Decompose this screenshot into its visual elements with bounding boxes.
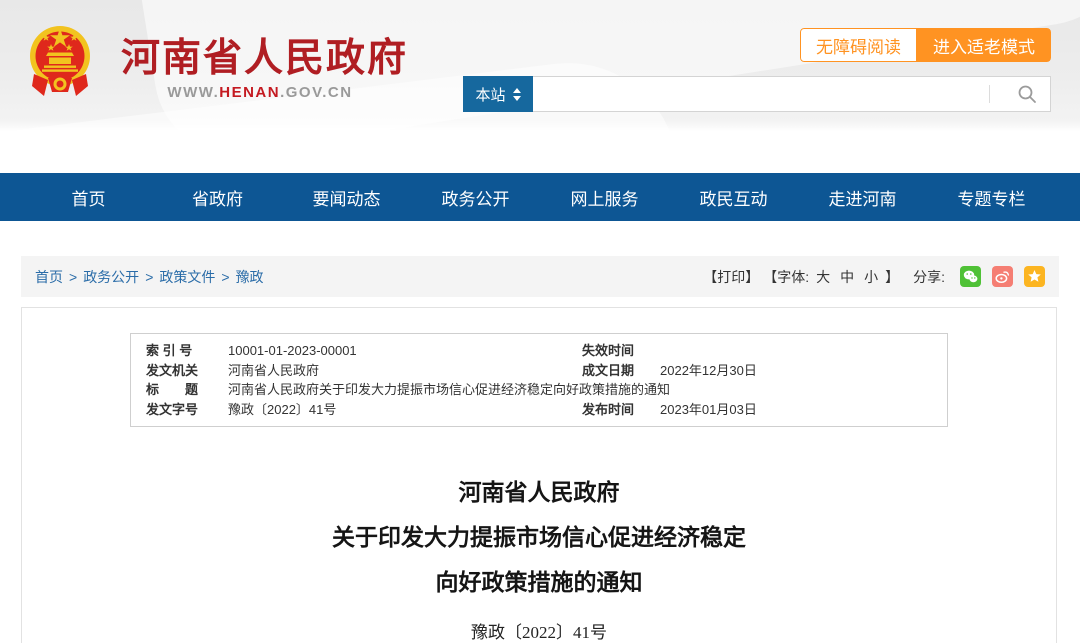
- meta-label-written-date: 成文日期: [582, 362, 635, 378]
- document-title-line2: 关于印发大力提振市场信心促进经济稳定: [332, 525, 746, 550]
- font-size-label-close: 】: [885, 268, 900, 285]
- breadcrumb-current: 豫政: [235, 268, 264, 285]
- site-title[interactable]: 河南省人民政府: [121, 27, 408, 83]
- nav-item-special-topics[interactable]: 专题专栏: [927, 173, 1056, 221]
- document-title: 河南省人民政府 关于印发大力提振市场信心促进经济稳定 向好政策措施的通知: [22, 470, 1056, 605]
- nav-item-online-services[interactable]: 网上服务: [540, 173, 669, 221]
- article-container: 索 引 号 10001-01-2023-00001 失效时间 发文机关 河南省人…: [21, 307, 1057, 643]
- meta-label-publish-date: 发布时间: [582, 401, 635, 417]
- wechat-share-icon[interactable]: [960, 266, 981, 287]
- table-row: 发文机关 河南省人民政府 成文日期 2022年12月30日: [131, 361, 947, 381]
- meta-value-publish-date: 2023年01月03日: [660, 401, 757, 417]
- nav-item-interaction[interactable]: 政民互动: [669, 173, 798, 221]
- font-size-large-button[interactable]: 大: [816, 267, 830, 287]
- share-label: 分享:: [913, 268, 945, 285]
- meta-label-doc-number: 发文字号: [146, 401, 199, 417]
- table-row: 标 题 河南省人民政府关于印发大力提振市场信心促进经济稳定向好政策措施的通知: [131, 380, 947, 400]
- weibo-share-icon[interactable]: [992, 266, 1013, 287]
- page-tools: 【打印】 【字体: 大 中 小 】 分享:: [703, 266, 1045, 287]
- breadcrumb: 首页 > 政务公开 > 政策文件 > 豫政: [35, 267, 264, 287]
- meta-value-expiry-date: [660, 341, 932, 361]
- print-button[interactable]: 【打印】: [703, 267, 759, 287]
- nav-item-news[interactable]: 要闻动态: [282, 173, 411, 221]
- font-size-small-button[interactable]: 小: [864, 267, 878, 287]
- search-input[interactable]: [533, 77, 989, 111]
- meta-label-index-no: 索 引 号: [146, 343, 193, 358]
- accessibility-reading-button[interactable]: 无障碍阅读: [800, 28, 917, 62]
- nav-item-about-henan[interactable]: 走进河南: [798, 173, 927, 221]
- favorite-star-share-icon[interactable]: [1024, 266, 1045, 287]
- breadcrumb-separator: >: [69, 268, 78, 285]
- breadcrumb-home[interactable]: 首页: [35, 267, 63, 287]
- table-row: 发文字号 豫政〔2022〕41号 发布时间 2023年01月03日: [131, 400, 947, 420]
- mode-buttons: 无障碍阅读 进入适老模式: [800, 28, 1051, 62]
- main-nav: 首页 省政府 要闻动态 政务公开 网上服务 政民互动 走进河南 专题专栏: [0, 173, 1080, 221]
- search-separator: [989, 85, 990, 103]
- meta-value-issuing-agency: 河南省人民政府: [228, 362, 320, 378]
- national-emblem-logo[interactable]: [28, 20, 92, 106]
- breadcrumb-policy-files[interactable]: 政策文件: [159, 267, 215, 287]
- meta-value-written-date: 2022年12月30日: [660, 362, 757, 378]
- search-bar: 本站: [463, 76, 1051, 112]
- meta-value-title: 河南省人民政府关于印发大力提振市场信心促进经济稳定向好政策措施的通知: [228, 382, 671, 397]
- page: 河南省人民政府 WWW.HENAN.GOV.CN 无障碍阅读 进入适老模式 本站: [0, 0, 1080, 643]
- nav-item-provincial-gov[interactable]: 省政府: [153, 173, 282, 221]
- font-size-label-open: 【字体:: [763, 268, 810, 285]
- meta-label-expiry-date: 失效时间: [582, 343, 635, 358]
- elder-mode-button[interactable]: 进入适老模式: [917, 28, 1051, 62]
- search-scope-label: 本站: [475, 86, 506, 104]
- search-icon: [1018, 85, 1036, 103]
- meta-label-issuing-agency: 发文机关: [146, 362, 199, 378]
- font-size-medium-button[interactable]: 中: [840, 267, 854, 287]
- search-button[interactable]: [1004, 77, 1050, 111]
- document-title-line3: 向好政策措施的通知: [435, 570, 643, 595]
- site-header: 河南省人民政府 WWW.HENAN.GOV.CN 无障碍阅读 进入适老模式 本站: [0, 0, 1080, 173]
- search-scope-dropdown[interactable]: 本站: [463, 76, 533, 112]
- updown-arrows-icon: [512, 87, 521, 101]
- meta-value-doc-number: 豫政〔2022〕41号: [228, 401, 337, 417]
- breadcrumb-separator: >: [145, 268, 154, 285]
- nav-item-home[interactable]: 首页: [24, 173, 153, 221]
- table-row: 索 引 号 10001-01-2023-00001 失效时间: [131, 341, 947, 361]
- document-meta-table: 索 引 号 10001-01-2023-00001 失效时间 发文机关 河南省人…: [130, 333, 948, 427]
- breadcrumb-separator: >: [221, 268, 230, 285]
- breadcrumb-gov-affairs[interactable]: 政务公开: [83, 267, 139, 287]
- document-number: 豫政〔2022〕41号: [471, 623, 607, 642]
- breadcrumb-bar: 首页 > 政务公开 > 政策文件 > 豫政 【打印】 【字体: 大 中 小 】 …: [21, 256, 1059, 297]
- nav-item-gov-affairs[interactable]: 政务公开: [411, 173, 540, 221]
- meta-label-title: 标 题: [146, 382, 199, 397]
- site-url: WWW.HENAN.GOV.CN: [167, 84, 353, 101]
- meta-value-index-no: 10001-01-2023-00001: [228, 343, 357, 358]
- document-title-line1: 河南省人民政府: [458, 480, 620, 505]
